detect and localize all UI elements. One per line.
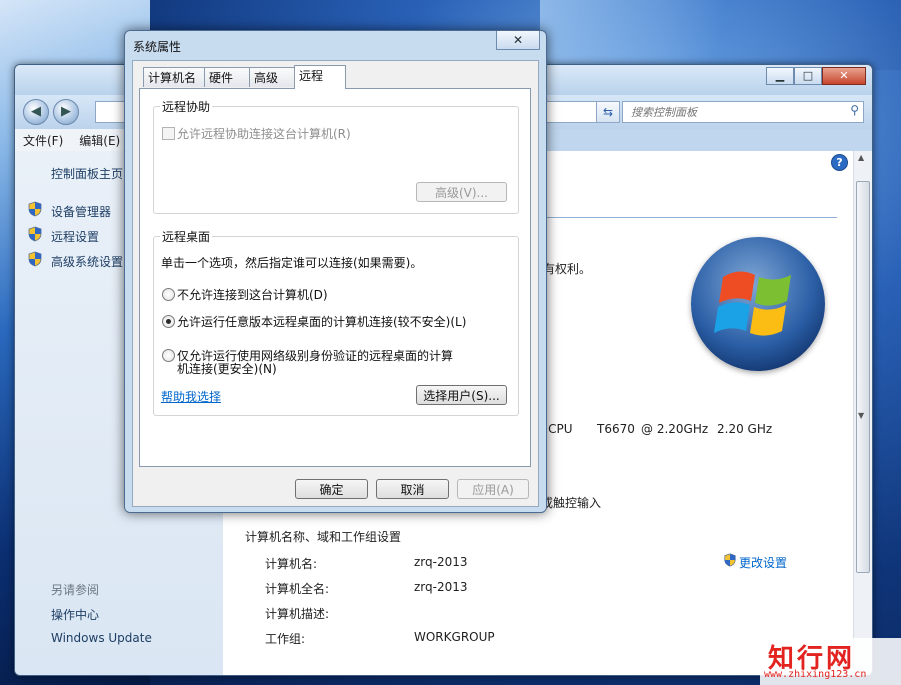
system-properties-dialog: 系统属性 ✕ 计算机名 硬件 高级 远程 远程协助 允许远程协助连接这台计算机(… — [124, 30, 547, 513]
forward-icon[interactable]: ▶ — [53, 99, 79, 125]
row-value-full-name: zrq-2013 — [414, 580, 468, 594]
cpu-text-2: @ 2.20GHz — [641, 422, 709, 436]
row-value-computer-name: zrq-2013 — [414, 555, 468, 569]
sidebar-item-advanced-settings[interactable]: 高级系统设置 — [51, 253, 123, 270]
row-value-workgroup: WORKGROUP — [414, 630, 495, 644]
scrollbar-thumb[interactable] — [856, 181, 870, 573]
cpu-text-1: T6670 — [597, 422, 635, 436]
remote-assistance-group: 远程协助 允许远程协助连接这台计算机(R) 高级(V)... — [153, 98, 519, 214]
search-icon[interactable]: ⚲ — [850, 103, 859, 117]
radio-any-version-label: 允许运行任意版本远程桌面的计算机连接(较不安全)(L) — [177, 315, 467, 329]
shield-icon — [28, 251, 42, 267]
content-separator — [545, 217, 837, 218]
scroll-up-icon[interactable]: ▲ — [858, 153, 864, 162]
row-label-description: 计算机描述: — [265, 607, 330, 621]
remote-desktop-group: 远程桌面 单击一个选项，然后指定谁可以连接(如果需要)。 不允许连接到这台计算机… — [153, 228, 519, 416]
watermark: 知行网 www.zhixing123.cn — [760, 638, 901, 685]
tab-computer-name[interactable]: 计算机名 — [143, 67, 205, 87]
minimize-button[interactable]: ▁ — [766, 67, 794, 85]
radio-nla-only[interactable] — [162, 349, 175, 362]
tab-remote[interactable]: 远程 — [294, 65, 346, 89]
select-users-button[interactable]: 选择用户(S)... — [416, 385, 507, 405]
menu-edit[interactable]: 编辑(E) — [71, 129, 128, 152]
help-icon[interactable]: ? — [831, 154, 848, 171]
watermark-url: www.zhixing123.cn — [764, 669, 867, 680]
cpu-text-3: 2.20 GHz — [717, 422, 773, 436]
remote-desktop-label: 远程桌面 — [160, 228, 213, 245]
refresh-icon[interactable]: ⇆ — [596, 101, 620, 123]
sidebar-item-home[interactable]: 控制面板主页 — [51, 165, 123, 182]
allow-remote-assist-checkbox[interactable] — [162, 127, 175, 140]
section-title: 计算机名称、域和工作组设置 — [245, 530, 402, 544]
window-controls: ▁ □ ✕ — [766, 67, 866, 85]
change-settings-link[interactable]: 更改设置 — [739, 554, 787, 571]
remote-assistance-label: 远程协助 — [160, 98, 213, 115]
sidebar-item-remote-settings[interactable]: 远程设置 — [51, 228, 99, 245]
remote-tab-page: 远程协助 允许远程协助连接这台计算机(R) 高级(V)... 远程桌面 单击一个… — [139, 88, 531, 467]
dialog-title: 系统属性 — [133, 40, 182, 54]
rights-text: 有权利。 — [543, 262, 592, 276]
sidebar-item-device-manager[interactable]: 设备管理器 — [51, 203, 111, 220]
radio-no-connections-label: 不允许连接到这台计算机(D) — [177, 288, 328, 302]
shield-icon — [724, 553, 736, 567]
row-label-computer-name: 计算机名: — [265, 557, 318, 571]
radio-nla-only-label-line2: 机连接(更安全)(N) — [177, 362, 277, 376]
apply-button[interactable]: 应用(A) — [457, 479, 529, 499]
shield-icon — [28, 201, 42, 217]
desktop-wallpaper-top — [540, 0, 901, 70]
row-label-workgroup: 工作组: — [265, 632, 306, 646]
dialog-close-button[interactable]: ✕ — [496, 31, 540, 50]
touch-input-text: 或触控输入 — [541, 496, 602, 510]
dialog-body: 计算机名 硬件 高级 远程 远程协助 允许远程协助连接这台计算机(R) 高级(V… — [132, 60, 539, 507]
search-box[interactable]: ⚲ — [622, 101, 864, 123]
radio-any-version[interactable] — [162, 315, 175, 328]
row-label-full-name: 计算机全名: — [265, 582, 330, 596]
allow-remote-assist-label: 允许远程协助连接这台计算机(R) — [177, 127, 351, 141]
scroll-down-icon[interactable]: ▼ — [858, 411, 864, 420]
remote-desktop-instruction: 单击一个选项，然后指定谁可以连接(如果需要)。 — [161, 256, 423, 270]
tab-advanced[interactable]: 高级 — [249, 67, 295, 87]
windows-logo — [691, 237, 825, 371]
close-button[interactable]: ✕ — [822, 67, 866, 85]
vertical-scrollbar[interactable]: ▲ ▼ — [853, 151, 872, 675]
back-icon[interactable]: ◀ — [23, 99, 49, 125]
sidebar-item-windows-update[interactable]: Windows Update — [51, 631, 152, 645]
see-also-title: 另请参阅 — [51, 583, 100, 597]
advanced-button[interactable]: 高级(V)... — [416, 182, 507, 202]
maximize-button[interactable]: □ — [794, 67, 822, 85]
ok-button[interactable]: 确定 — [295, 479, 368, 499]
search-input[interactable] — [629, 102, 833, 122]
tab-hardware[interactable]: 硬件 — [204, 67, 250, 87]
sidebar-item-action-center[interactable]: 操作中心 — [51, 606, 99, 623]
shield-icon — [28, 226, 42, 242]
radio-no-connections[interactable] — [162, 288, 175, 301]
windows-flag-icon — [714, 271, 791, 336]
cancel-button[interactable]: 取消 — [376, 479, 449, 499]
menu-file[interactable]: 文件(F) — [15, 129, 71, 152]
help-me-choose-link[interactable]: 帮助我选择 — [161, 388, 221, 405]
